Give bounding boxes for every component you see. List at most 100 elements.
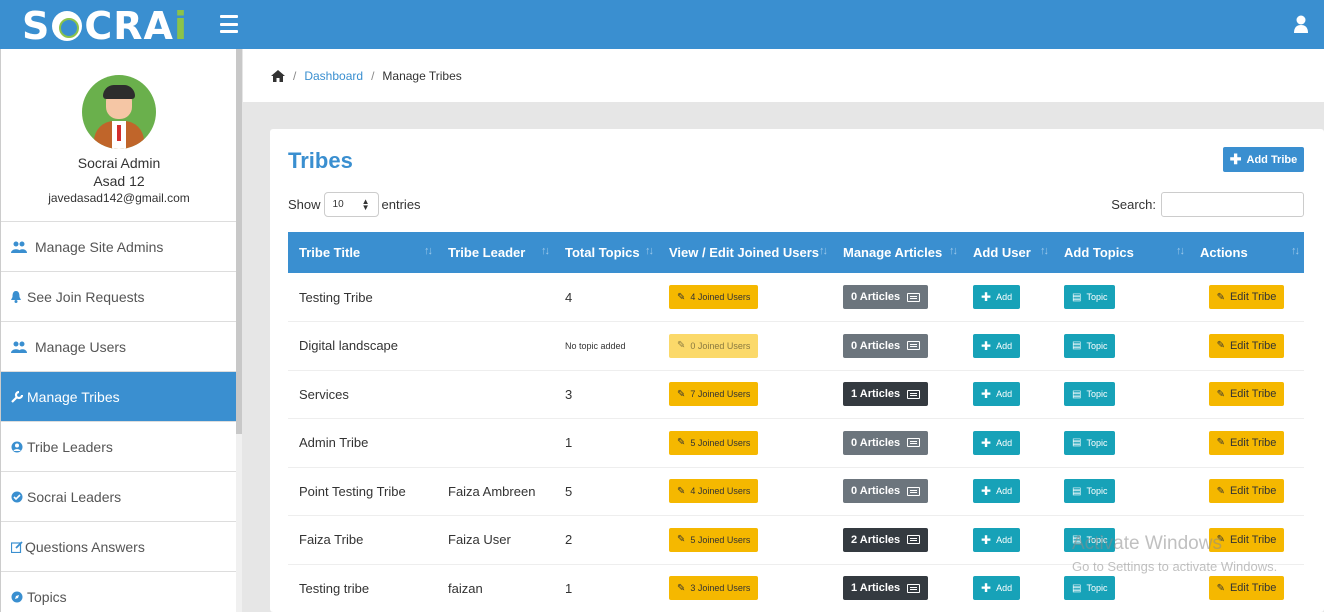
add-topic-button[interactable]: ▤ Topic — [1064, 479, 1116, 504]
edit-tribe-button[interactable]: ✎ Edit Tribe — [1208, 285, 1285, 309]
add-topic-button[interactable]: ▤ Topic — [1064, 333, 1116, 358]
joined-users-cell: ✎ 0 Joined Users — [658, 322, 832, 371]
edit-tribe-button[interactable]: ✎ Edit Tribe — [1208, 333, 1285, 358]
column-header-tribe-leader[interactable]: Tribe Leader ↑↓ — [437, 232, 554, 273]
manage-articles-button[interactable]: 0 Articles — [843, 333, 929, 358]
add-topic-cell: ▤ Topic — [1053, 467, 1189, 516]
joined-users-button[interactable]: ✎ 4 Joined Users — [669, 285, 759, 309]
edit-icon: ✎ — [1216, 534, 1225, 546]
edit-icon: ✎ — [1216, 291, 1225, 303]
edit-tribe-button[interactable]: ✎ Edit Tribe — [1208, 382, 1285, 407]
manage-articles-button[interactable]: 0 Articles — [843, 285, 929, 309]
sidebar-item-label: Manage Site Admins — [35, 238, 164, 255]
total-topics-cell: 1 — [565, 580, 573, 596]
table-row: Faiza Tribe Faiza User 2 ✎ 5 Joined Users 2 A… — [288, 516, 1304, 565]
menu-toggle-icon[interactable] — [220, 15, 238, 33]
edit-tribe-button[interactable]: ✎ Edit Tribe — [1208, 527, 1285, 552]
joined-users-button[interactable]: ✎ 0 Joined Users — [669, 333, 759, 358]
joined-users-button[interactable]: ✎ 5 Joined Users — [669, 430, 759, 455]
home-icon[interactable] — [271, 69, 285, 82]
check-circle-icon — [11, 490, 23, 504]
add-topic-button[interactable]: ▤ Topic — [1064, 576, 1116, 601]
newspaper-icon — [907, 292, 921, 302]
tribe-leader-cell — [437, 370, 554, 419]
articles-cell: 1 Articles — [832, 564, 962, 612]
sort-icon: ↑↓ — [949, 245, 958, 257]
joined-users-cell: ✎ 4 Joined Users — [658, 467, 832, 516]
add-user-button[interactable]: ✚ Add — [973, 382, 1021, 407]
joined-users-button[interactable]: ✎ 7 Joined Users — [669, 382, 759, 407]
sidebar-item-manage-users[interactable]: Manage Users — [1, 321, 237, 371]
manage-articles-button[interactable]: 1 Articles — [843, 576, 929, 601]
edit-icon: ✎ — [1216, 437, 1225, 449]
logo-letter-a: A — [143, 4, 174, 48]
sort-icon: ↑↓ — [541, 245, 550, 257]
manage-articles-button[interactable]: 2 Articles — [843, 527, 929, 552]
column-header-total-topics[interactable]: Total Topics ↑↓ — [554, 232, 658, 273]
sidebar-item-socrai-leaders[interactable]: Socrai Leaders — [1, 471, 237, 521]
joined-users-button[interactable]: ✎ 5 Joined Users — [669, 527, 759, 552]
add-topic-button[interactable]: ▤ Topic — [1064, 285, 1116, 309]
profile-subtitle: Asad 12 — [93, 173, 145, 189]
breadcrumb-dashboard-link[interactable]: Dashboard — [304, 69, 363, 83]
column-header-add-topics[interactable]: Add Topics ↑↓ — [1053, 232, 1189, 273]
newspaper-icon — [907, 535, 921, 545]
manage-articles-button[interactable]: 1 Articles — [843, 382, 929, 407]
sidebar-item-see-join-requests[interactable]: See Join Requests — [1, 271, 237, 321]
add-user-button[interactable]: ✚ Add — [973, 333, 1021, 358]
sidebar-item-questions-answers[interactable]: Questions Answers — [1, 521, 237, 571]
socrai-logo[interactable]: S CR A i — [22, 4, 188, 48]
manage-articles-button[interactable]: 0 Articles — [843, 430, 929, 455]
add-user-button[interactable]: ✚ Add — [973, 576, 1021, 601]
book-icon: ▤ — [1072, 340, 1082, 352]
show-label: Show — [288, 197, 321, 212]
add-tribe-label: Add Tribe — [1246, 153, 1298, 166]
column-header-tribe-title[interactable]: Tribe Title ↑↓ — [288, 232, 437, 273]
tribe-leader-cell — [437, 322, 554, 371]
articles-cell: 0 Articles — [832, 273, 962, 322]
search-input[interactable] — [1161, 192, 1304, 217]
add-user-button[interactable]: ✚ Add — [973, 479, 1021, 504]
user-icon[interactable] — [1294, 15, 1308, 33]
sidebar-item-manage-tribes[interactable]: Manage Tribes — [1, 371, 237, 421]
sidebar-scrollbar-thumb[interactable] — [236, 49, 242, 434]
add-topic-button[interactable]: ▤ Topic — [1064, 430, 1116, 455]
sidebar-item-label: See Join Requests — [27, 288, 145, 305]
joined-users-cell: ✎ 5 Joined Users — [658, 516, 832, 565]
table-header-row: Tribe Title ↑↓ Tribe Leader ↑↓ Total Topic… — [288, 232, 1304, 273]
breadcrumb-separator: / — [371, 68, 375, 83]
add-topic-cell: ▤ Topic — [1053, 516, 1189, 565]
edit-icon: ✎ — [677, 388, 686, 400]
sidebar-item-manage-site-admins[interactable]: Manage Site Admins — [1, 221, 237, 271]
add-topic-button[interactable]: ▤ Topic — [1064, 527, 1116, 552]
add-user-button[interactable]: ✚ Add — [973, 285, 1021, 309]
edit-tribe-button[interactable]: ✎ Edit Tribe — [1208, 430, 1285, 455]
add-user-button[interactable]: ✚ Add — [973, 527, 1021, 552]
add-user-button[interactable]: ✚ Add — [973, 430, 1021, 455]
articles-cell: 2 Articles — [832, 516, 962, 565]
edit-icon: ✎ — [677, 340, 686, 352]
manage-articles-button[interactable]: 0 Articles — [843, 479, 929, 504]
sidebar-item-tribe-leaders[interactable]: Tribe Leaders — [1, 421, 237, 471]
add-topic-button[interactable]: ▤ Topic — [1064, 382, 1116, 407]
tribe-title-cell: Faiza Tribe — [299, 532, 364, 548]
edit-tribe-button[interactable]: ✎ Edit Tribe — [1208, 479, 1285, 504]
joined-users-cell: ✎ 3 Joined Users — [658, 564, 832, 612]
column-header-add-user[interactable]: Add User ↑↓ — [962, 232, 1053, 273]
total-topics-cell: 4 — [565, 289, 573, 305]
joined-users-button[interactable]: ✎ 3 Joined Users — [669, 576, 759, 601]
column-header-joined-users[interactable]: View / Edit Joined Users ↑↓ — [658, 232, 832, 273]
edit-tribe-button[interactable]: ✎ Edit Tribe — [1208, 576, 1285, 601]
tribe-title-cell: Testing Tribe — [299, 289, 373, 305]
column-header-manage-articles[interactable]: Manage Articles ↑↓ — [832, 232, 962, 273]
book-icon: ▤ — [1072, 534, 1082, 546]
column-header-actions[interactable]: Actions ↑↓ — [1189, 232, 1304, 273]
add-topic-cell: ▤ Topic — [1053, 564, 1189, 612]
joined-users-button[interactable]: ✎ 4 Joined Users — [669, 479, 759, 504]
entries-select[interactable]: 10 ▲ ▼ — [323, 192, 379, 217]
sidebar-item-topics[interactable]: Topics — [1, 571, 237, 612]
brain-logo-icon — [52, 11, 83, 41]
sort-icon: ↑↓ — [1291, 245, 1300, 257]
add-tribe-button[interactable]: ✚ Add Tribe — [1223, 147, 1304, 172]
add-topic-cell: ▤ Topic — [1053, 322, 1189, 371]
